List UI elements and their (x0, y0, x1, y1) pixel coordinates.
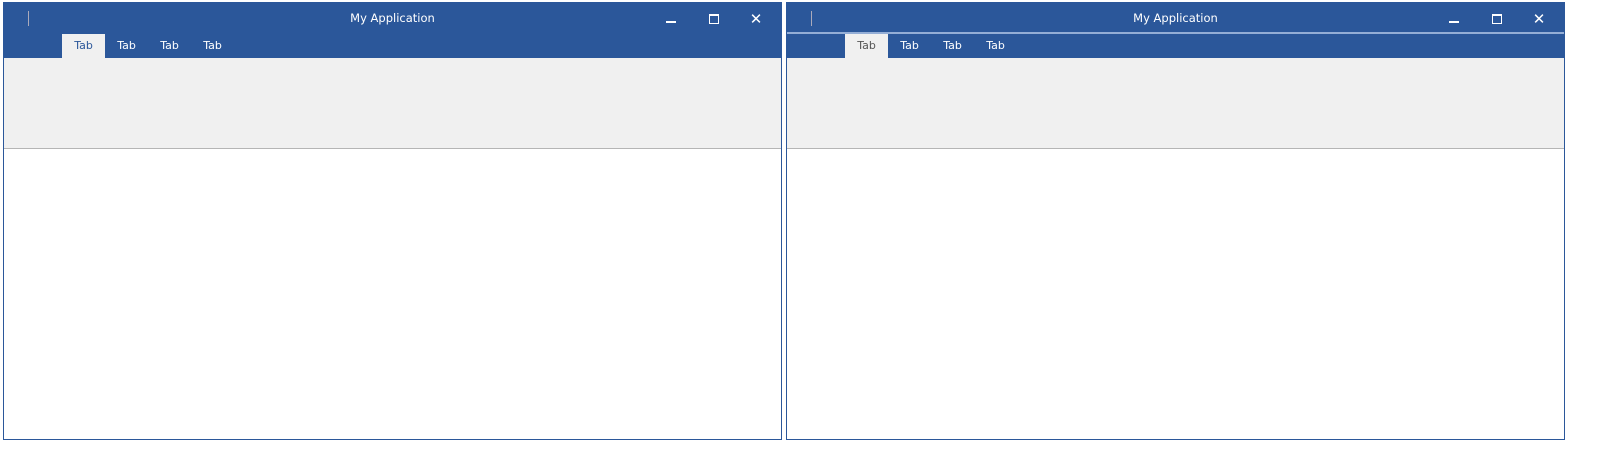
close-icon: ✕ (1532, 10, 1546, 28)
ribbon-tab[interactable]: Tab (62, 34, 105, 58)
minimize-icon (1449, 21, 1459, 23)
minimize-button[interactable] (1434, 7, 1474, 31)
ribbon-tab[interactable]: Tab (105, 34, 148, 58)
maximize-icon (1492, 14, 1502, 24)
ribbon-tab[interactable]: Tab (974, 34, 1017, 58)
content-area (787, 149, 1564, 439)
maximize-button[interactable] (1477, 7, 1517, 31)
ribbon-tab[interactable]: Tab (931, 34, 974, 58)
close-button[interactable]: ✕ (736, 7, 776, 31)
content-area (4, 149, 781, 439)
close-icon: ✕ (749, 10, 763, 28)
ribbon-tab[interactable]: Tab (888, 34, 931, 58)
ribbon-tab-row: Tab Tab Tab Tab (4, 34, 781, 58)
title-bar[interactable]: My Application ✕ (787, 3, 1564, 34)
application-window-left: My Application ✕ Tab Tab Tab Tab (3, 2, 782, 440)
ribbon-tab[interactable]: Tab (845, 34, 888, 58)
maximize-button[interactable] (694, 7, 734, 31)
ribbon-tab[interactable]: Tab (148, 34, 191, 58)
close-button[interactable]: ✕ (1519, 7, 1559, 31)
title-bar[interactable]: My Application ✕ (4, 3, 781, 34)
application-window-right: My Application ✕ Tab Tab Tab Tab (786, 2, 1565, 440)
minimize-button[interactable] (651, 7, 691, 31)
ribbon-tab[interactable]: Tab (191, 34, 234, 58)
minimize-icon (666, 21, 676, 23)
maximize-icon (709, 14, 719, 24)
ribbon-tab-row: Tab Tab Tab Tab (787, 32, 1564, 58)
ribbon-panel (787, 58, 1564, 149)
ribbon-panel (4, 58, 781, 149)
